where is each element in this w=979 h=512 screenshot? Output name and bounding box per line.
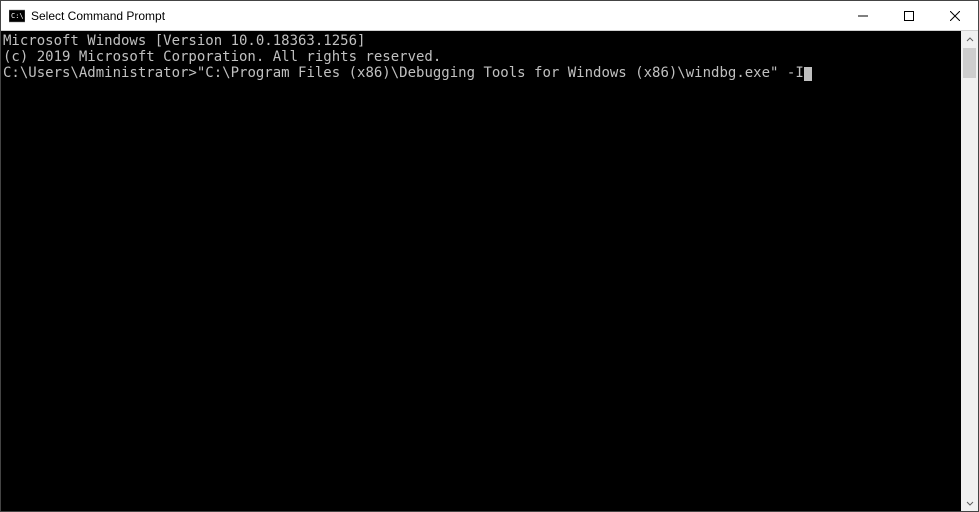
console-area: Microsoft Windows [Version 10.0.18363.12… — [1, 31, 978, 511]
titlebar[interactable]: C:\ Select Command Prompt — [1, 1, 978, 31]
command-text: "C:\Program Files (x86)\Debugging Tools … — [197, 65, 804, 81]
console-prompt-line: C:\Users\Administrator>"C:\Program Files… — [3, 65, 961, 81]
close-button[interactable] — [932, 1, 978, 30]
scroll-down-button[interactable] — [961, 494, 978, 511]
scroll-thumb[interactable] — [963, 48, 976, 78]
maximize-icon — [904, 11, 914, 21]
maximize-button[interactable] — [886, 1, 932, 30]
window-title: Select Command Prompt — [31, 9, 840, 23]
close-icon — [950, 11, 960, 21]
cursor — [804, 67, 812, 81]
window-controls — [840, 1, 978, 30]
vertical-scrollbar[interactable] — [961, 31, 978, 511]
svg-text:C:\: C:\ — [11, 12, 24, 20]
app-icon: C:\ — [9, 8, 25, 24]
minimize-button[interactable] — [840, 1, 886, 30]
scroll-track[interactable] — [961, 48, 978, 494]
console-line-version: Microsoft Windows [Version 10.0.18363.12… — [3, 33, 961, 49]
chevron-down-icon — [966, 499, 974, 507]
scroll-up-button[interactable] — [961, 31, 978, 48]
prompt-text: C:\Users\Administrator> — [3, 65, 197, 81]
console-content[interactable]: Microsoft Windows [Version 10.0.18363.12… — [1, 31, 961, 511]
console-line-copyright: (c) 2019 Microsoft Corporation. All righ… — [3, 49, 961, 65]
minimize-icon — [858, 11, 868, 21]
chevron-up-icon — [966, 36, 974, 44]
command-prompt-window: C:\ Select Command Prompt — [0, 0, 979, 512]
